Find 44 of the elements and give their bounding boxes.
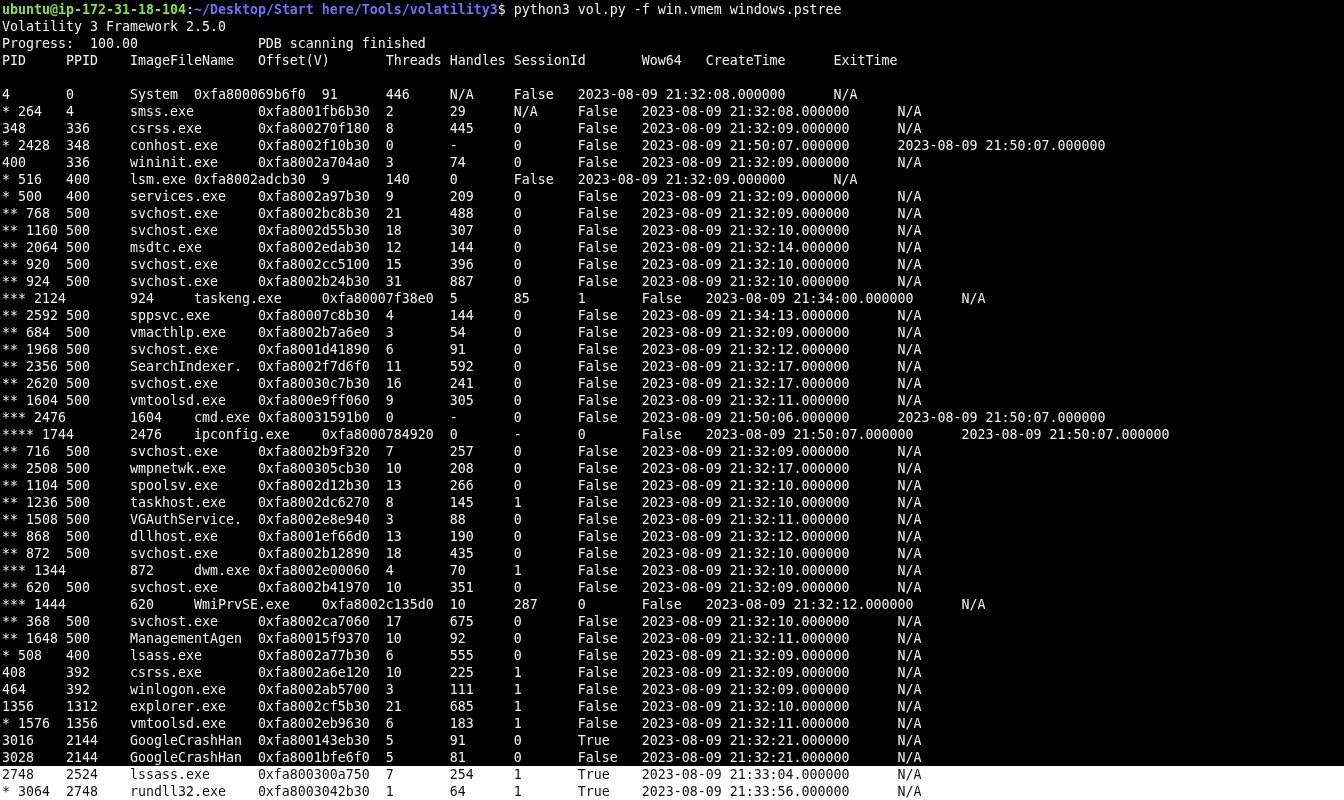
process-line: 464 392 winlogon.exe 0xfa8002ab5700 3 111 1 False 2023-08-09 21:32:09.000000 N/A xyxy=(1,681,923,698)
process-line: ** 1236 500 taskhost.exe 0xfa8002dc6270 8 145 1 False 2023-08-09 21:32:10.000000 N/A xyxy=(1,494,923,511)
process-line: ** 684 500 vmacthlp.exe 0xfa8002b7a6e0 3 54 0 False 2023-08-09 21:32:09.000000 N/A xyxy=(1,324,923,341)
process-line: ** 716 500 svchost.exe 0xfa8002b9f320 7 257 0 False 2023-08-09 21:32:09.000000 N/A xyxy=(1,443,923,460)
process-line: ** 872 500 svchost.exe 0xfa8002b12890 18 435 0 False 2023-08-09 21:32:10.000000 N/A xyxy=(1,545,923,562)
process-line: ** 2356 500 SearchIndexer. 0xfa8002f7d6f0 11 592 0 False 2023-08-09 21:32:17.000000 N/A xyxy=(1,358,923,375)
version-line: Volatility 3 Framework 2.5.0 xyxy=(1,18,227,35)
process-line: * 508 400 lsass.exe 0xfa8002a77b30 6 555 0 False 2023-08-09 21:32:09.000000 N/A xyxy=(1,647,923,664)
process-line: ** 768 500 svchost.exe 0xfa8002bc8b30 21 488 0 False 2023-08-09 21:32:09.000000 N/A xyxy=(1,205,923,222)
process-line: ** 2064 500 msdtc.exe 0xfa8002edab30 12 144 0 False 2023-08-09 21:32:14.000000 N/A xyxy=(1,239,923,256)
process-line: ** 1648 500 ManagementAgen 0xfa80015f9370 10 92 0 False 2023-08-09 21:32:11.000000 N/A xyxy=(1,630,923,647)
process-line: ** 1160 500 svchost.exe 0xfa8002d55b30 18 307 0 False 2023-08-09 21:32:10.000000 N/A xyxy=(1,222,923,239)
process-line: 4 0 System 0xfa800069b6f0 91 446 N/A False 2023-08-09 21:32:08.000000 N/A xyxy=(1,86,859,103)
process-line: ** 2620 500 svchost.exe 0xfa80030c7b30 16 241 0 False 2023-08-09 21:32:17.000000 N/A xyxy=(1,375,923,392)
process-line: ** 868 500 dllhost.exe 0xfa8001ef66d0 13 190 0 False 2023-08-09 21:32:12.000000 N/A xyxy=(1,528,923,545)
process-line: * 264 4 smss.exe 0xfa8001fb6b30 2 29 N/A False 2023-08-09 21:32:08.000000 N/A xyxy=(1,103,923,120)
process-line: *** 1344 872 dwm.exe 0xfa8002e00060 4 70 1 False 2023-08-09 21:32:10.000000 N/A xyxy=(1,562,923,579)
process-line: 3016 2144 GoogleCrashHan 0xfa800143eb30 5 91 0 True 2023-08-09 21:32:21.000000 N/A xyxy=(1,732,923,749)
process-line: * 516 400 lsm.exe 0xfa8002adcb30 9 140 0 False 2023-08-09 21:32:09.000000 N/A xyxy=(1,171,859,188)
process-line: ** 620 500 svchost.exe 0xfa8002b41970 10 351 0 False 2023-08-09 21:32:09.000000 N/A xyxy=(1,579,923,596)
process-line: *** 1444 620 WmiPrvSE.exe 0xfa8002c135d0 10 287 0 False 2023-08-09 21:32:12.000000 N/A xyxy=(1,596,987,613)
process-line: * 1576 1356 vmtoolsd.exe 0xfa8002eb9630 6 183 1 False 2023-08-09 21:32:11.000000 N/A xyxy=(1,715,923,732)
process-line: *** 2124 924 taskeng.exe 0xfa80007f38e0 5 85 1 False 2023-08-09 21:34:00.000000 N/A xyxy=(1,290,987,307)
process-line: ** 1604 500 vmtoolsd.exe 0xfa800e9ff060 9 305 0 False 2023-08-09 21:32:11.000000 N/A xyxy=(1,392,923,409)
process-line: ** 920 500 svchost.exe 0xfa8002cc5100 15 396 0 False 2023-08-09 21:32:10.000000 N/A xyxy=(1,256,923,273)
process-line: ** 1508 500 VGAuthService. 0xfa8002e8e940 3 88 0 False 2023-08-09 21:32:11.000000 N/A xyxy=(1,511,923,528)
process-line: **** 1744 2476 ipconfig.exe 0xfa8000784920 0 - 0 False 2023-08-09 21:50:07.000000 2023-08-09 21:50:07.000000 xyxy=(1,426,1171,443)
process-line: ** 1104 500 spoolsv.exe 0xfa8002d12b30 13 266 0 False 2023-08-09 21:32:10.000000 N/A xyxy=(1,477,923,494)
process-line: 3028 2144 GoogleCrashHan 0xfa8001bfe6f0 5 81 0 False 2023-08-09 21:32:21.000000 N/A xyxy=(1,749,923,766)
process-line: * 2428 348 conhost.exe 0xfa8002f10b30 0 - 0 False 2023-08-09 21:50:07.000000 2023-08-09 21:50:07.000000 xyxy=(1,137,1107,154)
process-line: 1356 1312 explorer.exe 0xfa8002cf5b30 21 685 1 False 2023-08-09 21:32:10.000000 N/A xyxy=(1,698,923,715)
process-line: ** 2508 500 wmpnetwk.exe 0xfa800305cb30 10 208 0 False 2023-08-09 21:32:17.000000 N/A xyxy=(1,460,923,477)
process-line: ** 1968 500 svchost.exe 0xfa8001d41890 6 91 0 False 2023-08-09 21:32:12.000000 N/A xyxy=(1,341,923,358)
process-line: * 500 400 services.exe 0xfa8002a97b30 9 209 0 False 2023-08-09 21:32:09.000000 N/A xyxy=(1,188,923,205)
process-line: ** 368 500 svchost.exe 0xfa8002ca7060 17 675 0 False 2023-08-09 21:32:10.000000 N/A xyxy=(1,613,923,630)
process-line: *** 2476 1604 cmd.exe 0xfa80031591b0 0 - 0 False 2023-08-09 21:50:06.000000 2023-08-09 21:50:07.000000 xyxy=(1,409,1107,426)
process-line: ** 924 500 svchost.exe 0xfa8002b24b30 31 887 0 False 2023-08-09 21:32:10.000000 N/A xyxy=(1,273,923,290)
process-line: 408 392 csrss.exe 0xfa8002a6e120 10 225 1 False 2023-08-09 21:32:09.000000 N/A xyxy=(1,664,923,681)
process-line: 400 336 wininit.exe 0xfa8002a704a0 3 74 0 False 2023-08-09 21:32:09.000000 N/A xyxy=(1,154,923,171)
progress-line: Progress: 100.00 PDB scanning finished xyxy=(1,35,427,52)
command-prompt-line: ubuntu@ip-172-31-18-104:~/Desktop/Start here/Tools/volatility3$ python3 vol.py -f win.vmem windows.pstree xyxy=(1,1,843,18)
column-header-line: PID PPID ImageFileName Offset(V) Threads Handles SessionId Wow64 CreateTime ExitTime xyxy=(1,52,899,69)
process-line: 348 336 csrss.exe 0xfa800270f180 8 445 0 False 2023-08-09 21:32:09.000000 N/A xyxy=(1,120,923,137)
process-line: ** 2592 500 sppsvc.exe 0xfa80007c8b30 4 144 0 False 2023-08-09 21:34:13.000000 N/A xyxy=(1,307,923,324)
